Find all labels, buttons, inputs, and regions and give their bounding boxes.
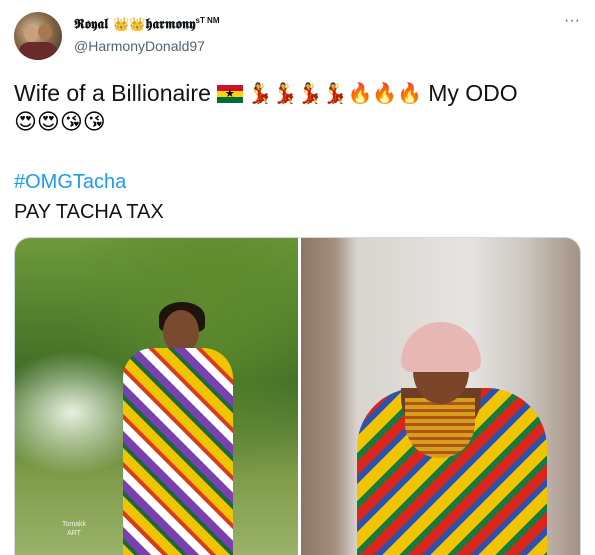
avatar-figure <box>18 42 58 60</box>
head-wrap <box>401 322 481 372</box>
display-name-prefix: 𝕽𝖔𝖞𝖆𝖑 <box>74 16 109 33</box>
photo-left[interactable]: Tomakk ART <box>15 238 298 555</box>
display-name[interactable]: 𝕽𝖔𝖞𝖆𝖑 👑👑𝖍𝖆𝖗𝖒𝖔𝖓𝖞sT NM <box>74 16 220 33</box>
emoji-line: 😍😍😘😘 <box>14 109 106 134</box>
ghana-flag-icon: ★ <box>216 84 243 103</box>
hashtag-link[interactable]: #OMGTacha <box>14 171 126 194</box>
display-name-superscript: sT NM <box>195 16 220 25</box>
flag-star: ★ <box>224 87 235 100</box>
avatar-face <box>24 26 38 42</box>
photo-watermark: Tomakk ART <box>61 521 87 537</box>
tweet-text-secondary: PAY TACHA TAX <box>14 201 164 223</box>
display-name-suffix: 𝖍𝖆𝖗𝖒𝖔𝖓𝖞 <box>145 16 196 33</box>
avatar[interactable] <box>14 12 62 60</box>
tweet[interactable]: 𝕽𝖔𝖞𝖆𝖑 👑👑𝖍𝖆𝖗𝖒𝖔𝖓𝖞sT NM @HarmonyDonald97 ··… <box>0 0 595 555</box>
avatar-face <box>38 24 52 40</box>
photo-right[interactable] <box>301 238 580 555</box>
tweet-text: Wife of a Billionaire <box>14 80 211 106</box>
kente-cloth <box>123 348 233 555</box>
user-handle[interactable]: @HarmonyDonald97 <box>74 38 205 54</box>
media-grid: Tomakk ART <box>14 237 581 555</box>
tweet-text-tail: My ODO <box>428 80 518 106</box>
more-options-icon[interactable]: ··· <box>562 13 582 34</box>
crown-icon: 👑👑 <box>113 17 146 33</box>
dancer-fire-emojis: 💃💃💃💃🔥🔥🔥 <box>247 83 423 105</box>
tweet-text-line: Wife of a Billionaire ★ 💃💃💃💃🔥🔥🔥 My ODO <box>14 80 518 107</box>
